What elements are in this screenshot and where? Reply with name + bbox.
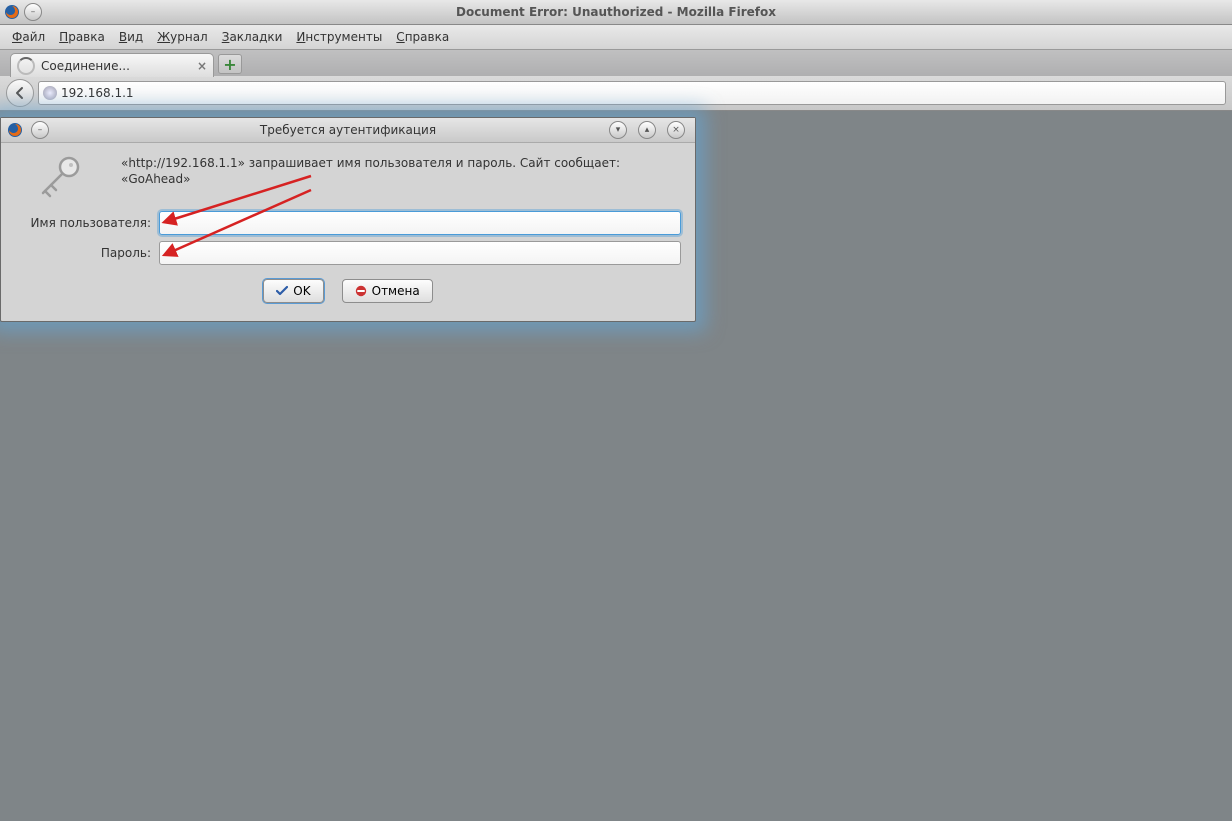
tab-bar: Соединение... × + (0, 50, 1232, 76)
check-icon (276, 285, 288, 297)
dialog-message: «http://192.168.1.1» запрашивает имя пол… (121, 155, 681, 187)
firefox-main-window: – Document Error: Unauthorized - Mozilla… (0, 0, 1232, 821)
menu-view[interactable]: Вид (113, 28, 149, 46)
dialog-body: «http://192.168.1.1» запрашивает имя пол… (1, 143, 695, 321)
menu-bar: Файл Правка Вид Журнал Закладки Инструме… (0, 25, 1232, 50)
menu-bookmarks[interactable]: Закладки (216, 28, 289, 46)
menu-log[interactable]: Журнал (151, 28, 214, 46)
window-title: Document Error: Unauthorized - Mozilla F… (456, 5, 776, 19)
auth-dialog: – Требуется аутентификация ▾ ▴ × (0, 117, 696, 322)
main-window-titlebar: – Document Error: Unauthorized - Mozilla… (0, 0, 1232, 25)
menu-file[interactable]: Файл (6, 28, 51, 46)
ok-label: OK (293, 284, 310, 298)
ok-button[interactable]: OK (263, 279, 323, 303)
tab-active[interactable]: Соединение... × (10, 53, 214, 77)
firefox-icon (4, 4, 20, 20)
cancel-icon (355, 285, 367, 297)
username-label: Имя пользователя: (15, 216, 151, 230)
dialog-minimize-button[interactable]: – (31, 121, 49, 139)
menu-help[interactable]: Справка (390, 28, 455, 46)
password-label: Пароль: (15, 246, 151, 260)
cancel-button[interactable]: Отмена (342, 279, 433, 303)
globe-icon (43, 86, 57, 100)
url-bar[interactable]: 192.168.1.1 (38, 81, 1226, 105)
loading-throbber-icon (17, 57, 35, 75)
back-button[interactable] (6, 79, 34, 107)
menu-edit[interactable]: Правка (53, 28, 111, 46)
arrow-left-icon (13, 86, 27, 100)
tab-label: Соединение... (41, 59, 130, 73)
dialog-title: Требуется аутентификация (260, 123, 436, 137)
minimize-button[interactable]: – (24, 3, 42, 21)
navigation-toolbar: 192.168.1.1 (0, 76, 1232, 111)
cancel-label: Отмена (372, 284, 420, 298)
username-input[interactable] (159, 211, 681, 235)
dialog-titlebar: – Требуется аутентификация ▾ ▴ × (1, 118, 695, 143)
url-text: 192.168.1.1 (61, 86, 134, 100)
key-icon (35, 155, 85, 199)
dialog-close-button[interactable]: × (667, 121, 685, 139)
menu-tools[interactable]: Инструменты (290, 28, 388, 46)
content-area: – Требуется аутентификация ▾ ▴ × (0, 111, 1232, 821)
password-input[interactable] (159, 241, 681, 265)
new-tab-button[interactable]: + (218, 54, 242, 74)
dialog-roll-up-button[interactable]: ▴ (638, 121, 656, 139)
dialog-roll-down-button[interactable]: ▾ (609, 121, 627, 139)
firefox-icon (7, 122, 23, 138)
tab-close-button[interactable]: × (197, 59, 207, 73)
